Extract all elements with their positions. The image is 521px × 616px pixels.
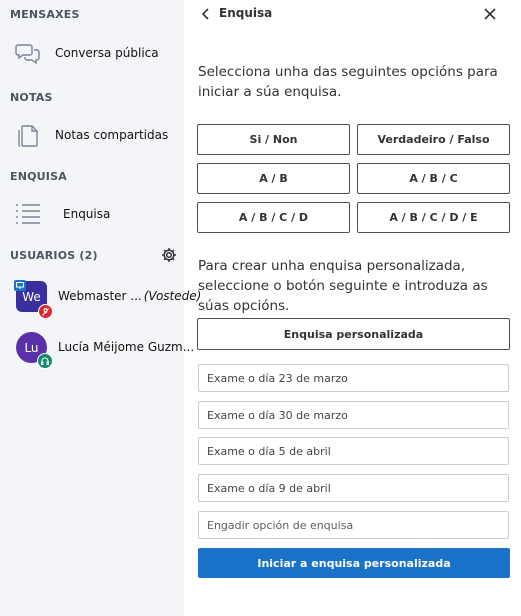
headset-icon xyxy=(37,353,53,369)
section-heading-notes: NOTAS xyxy=(10,91,53,104)
option-abcd-button[interactable]: A / B / C / D xyxy=(197,202,350,233)
option-true-false-button[interactable]: Verdadeiro / Falso xyxy=(357,124,510,155)
poll-option-input[interactable]: Exame o día 5 de abril xyxy=(198,437,509,465)
sidebar-item-poll[interactable]: Enquisa xyxy=(0,194,184,234)
sidebar-item-label: Conversa pública xyxy=(55,46,159,60)
panel-title[interactable]: Enquisa xyxy=(219,6,272,20)
section-heading-poll: ENQUISA xyxy=(10,170,67,183)
presenter-icon xyxy=(14,280,26,291)
sidebar-item-shared-notes[interactable]: Notas compartidas xyxy=(0,115,184,155)
sidebar: MENSAXES Conversa pública NOTAS Notas co… xyxy=(0,0,201,616)
notes-icon xyxy=(14,121,42,149)
option-yes-no-button[interactable]: Si / Non xyxy=(197,124,350,155)
custom-poll-intro-text: Para crear unha enquisa personalizada, s… xyxy=(198,258,488,314)
muted-microphone-icon xyxy=(38,304,53,319)
close-icon[interactable] xyxy=(482,6,498,22)
list-icon xyxy=(14,200,42,228)
poll-option-input[interactable]: Exame o día 23 de marzo xyxy=(198,364,509,392)
start-custom-poll-button[interactable]: Iniciar a enquisa personalizada xyxy=(198,548,510,578)
add-option-input[interactable]: Engadir opción de enquisa xyxy=(198,511,509,539)
sidebar-item-public-chat[interactable]: Conversa pública xyxy=(0,33,184,73)
poll-option-input[interactable]: Exame o día 9 de abril xyxy=(198,474,509,502)
user-list-item[interactable]: Lu Lucía Méijome Guzm... xyxy=(0,332,194,369)
option-abc-button[interactable]: A / B / C xyxy=(357,163,510,194)
section-heading-users: USUARIOS (2) xyxy=(10,249,98,262)
option-ab-button[interactable]: A / B xyxy=(197,163,350,194)
chevron-left-icon xyxy=(201,8,209,20)
chat-icon xyxy=(14,39,42,67)
sidebar-item-label: Enquisa xyxy=(63,207,111,221)
poll-intro-text: Selecciona unha das seguintes opcións pa… xyxy=(198,64,498,100)
option-abcde-button[interactable]: A / B / C / D / E xyxy=(357,202,510,233)
section-heading-messages: MENSAXES xyxy=(10,8,80,21)
user-name: Webmaster ... (Vostede) xyxy=(58,289,201,303)
sidebar-item-label: Notas compartidas xyxy=(55,128,169,142)
poll-option-input[interactable]: Exame o día 30 de marzo xyxy=(198,401,509,429)
poll-panel: Enquisa Selecciona unha das seguintes op… xyxy=(184,0,521,616)
back-button[interactable] xyxy=(201,6,211,22)
user-name: Lucía Méijome Guzm... xyxy=(58,340,195,354)
gear-icon[interactable] xyxy=(161,247,177,263)
custom-poll-button[interactable]: Enquisa personalizada xyxy=(197,318,510,350)
user-name-text: Webmaster ... xyxy=(58,289,142,303)
user-list-item[interactable]: We Webmaster ... (Vostede) xyxy=(0,280,201,319)
